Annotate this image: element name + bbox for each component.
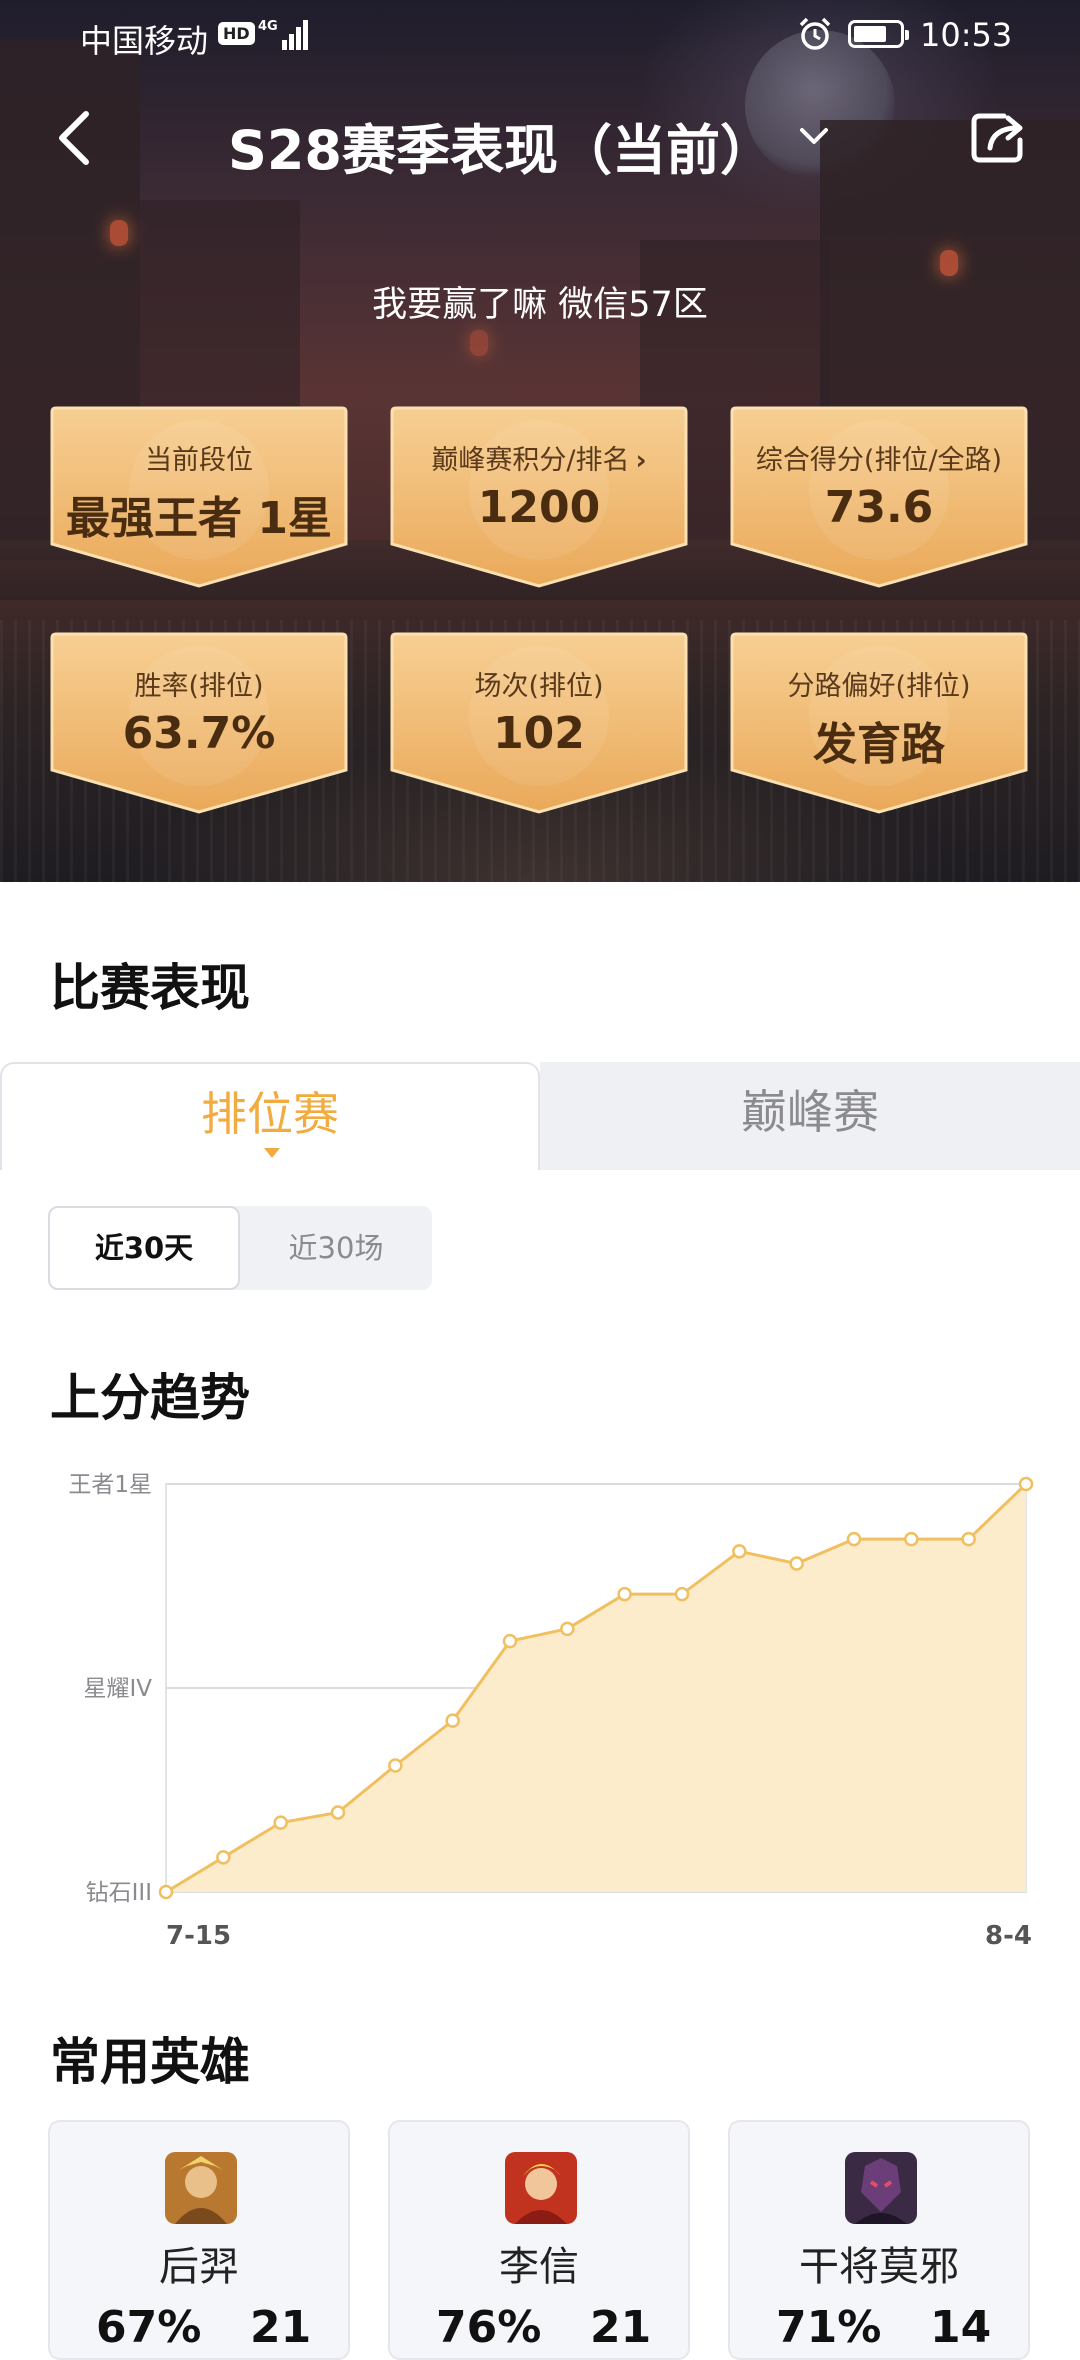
hero-name: 后羿 — [159, 2244, 239, 2290]
hd-badge: HD — [218, 22, 255, 45]
hero-portrait-icon — [165, 2152, 237, 2224]
y-tick-label: 钻石III — [86, 1880, 152, 1906]
hero-card[interactable]: 后羿 67% 21 — [48, 2120, 350, 2360]
hero-winrate: 76% — [436, 2302, 542, 2353]
trend-point — [732, 1544, 747, 1559]
stat-label-text: 胜率(排位) — [134, 671, 264, 702]
hero-winrate: 71% — [776, 2302, 882, 2353]
trend-point — [273, 1815, 288, 1830]
alarm-icon — [799, 17, 831, 50]
hero-avatar — [165, 2152, 237, 2224]
stat-label: 分路偏好(排位) — [728, 664, 1030, 703]
stat-card: 当前段位最强王者 1星 — [48, 404, 350, 588]
chevron-down-icon — [800, 128, 829, 144]
trend-point — [617, 1586, 632, 1602]
stat-card: 综合得分(排位/全路) 73.6 — [728, 404, 1030, 588]
trend-point — [560, 1621, 575, 1637]
trend-point — [388, 1758, 403, 1773]
stat-value: 1200 — [477, 482, 601, 533]
trend-chart-svg: 钻石III 星耀IV 王者1星 7-15 8-4 — [68, 1472, 1034, 1951]
trend-point — [216, 1850, 231, 1865]
chevron-right-icon: › — [635, 445, 647, 476]
trend-point — [961, 1531, 976, 1547]
range-segmented-control: 近30天 近30场 — [48, 1206, 432, 1290]
carrier-name: 中国移动 — [80, 22, 209, 60]
signal-icon: 4G — [258, 19, 308, 50]
mode-tabs: 排位赛 巅峰赛 — [0, 1062, 1080, 1170]
stat-label: 场次(排位) — [388, 664, 690, 703]
stat-label: 当前段位 — [48, 438, 350, 477]
hero-avatar — [505, 2152, 577, 2224]
hero-card[interactable]: 干将莫邪 71% 14 — [728, 2120, 1030, 2360]
hero-games: 14 — [930, 2302, 992, 2353]
stat-label: 巅峰赛积分/排名 › — [388, 438, 690, 477]
clock: 10:53 — [920, 16, 1013, 54]
segment-last-30-days[interactable]: 近30天 — [48, 1206, 240, 1290]
battery-icon — [848, 20, 909, 48]
stat-value: 最强王者 1星 — [66, 493, 332, 544]
x-tick-label: 7-15 — [166, 1921, 231, 1951]
y-tick-label: 星耀IV — [83, 1676, 152, 1702]
stat-label: 综合得分(排位/全路) — [728, 438, 1030, 477]
hero-portrait-icon — [845, 2152, 917, 2224]
section-title-heroes: 常用英雄 — [50, 2033, 250, 2091]
hero-name: 李信 — [499, 2244, 579, 2290]
status-bar: 中国移动 HD 4G 10:53 — [0, 0, 1080, 72]
hero-games: 21 — [250, 2302, 312, 2353]
stat-label: 胜率(排位) — [48, 664, 350, 703]
trend-point — [846, 1531, 862, 1547]
trend-point — [502, 1633, 518, 1649]
stat-label-text: 巅峰赛积分/排名 — [431, 445, 630, 476]
trend-point — [789, 1556, 804, 1571]
trend-point — [330, 1805, 346, 1820]
active-indicator — [264, 1148, 280, 1158]
stat-card[interactable]: 巅峰赛积分/排名 › 1200 — [388, 404, 690, 588]
hero-name: 干将莫邪 — [799, 2244, 959, 2290]
lantern-decoration — [470, 330, 488, 356]
section-title-trend: 上分趋势 — [50, 1369, 250, 1427]
lantern-decoration — [940, 250, 958, 276]
page-title: S28赛季表现（当前） — [227, 119, 775, 182]
y-tick-label: 王者1星 — [68, 1472, 152, 1498]
hero-winrate: 67% — [96, 2302, 202, 2353]
hero-portrait-icon — [505, 2152, 577, 2224]
stat-value: 63.7% — [122, 708, 276, 759]
share-icon[interactable] — [970, 110, 1030, 166]
stat-value: 102 — [493, 708, 585, 759]
stat-card: 胜率(排位) 63.7% — [48, 630, 350, 814]
rank-trend-chart: 钻石III 星耀IV 王者1星 7-15 8-4 — [0, 1460, 1080, 1980]
section-title-match: 比赛表现 — [50, 959, 250, 1017]
player-name-server: 我要赢了嘛 微信57区 — [372, 285, 708, 325]
hero-card[interactable]: 李信 76% 21 — [388, 2120, 690, 2360]
stat-card: 场次(排位) 102 — [388, 630, 690, 814]
x-tick-label: 8-4 — [985, 1921, 1032, 1951]
tab-ranked[interactable]: 排位赛 — [0, 1062, 540, 1170]
lantern-decoration — [110, 220, 128, 246]
hero-games: 21 — [590, 2302, 652, 2353]
svg-text:4G: 4G — [258, 19, 278, 34]
trend-point — [1018, 1476, 1034, 1492]
segment-last-30-games[interactable]: 近30场 — [240, 1206, 432, 1290]
trend-point — [445, 1713, 460, 1728]
trend-point — [674, 1586, 690, 1602]
hero-avatar — [845, 2152, 917, 2224]
stat-label-text: 场次(排位) — [474, 671, 604, 702]
tab-ranked-label: 排位赛 — [201, 1087, 339, 1141]
tab-peak-label: 巅峰赛 — [741, 1085, 879, 1139]
stat-label-text: 分路偏好(排位) — [787, 671, 971, 702]
stat-label-text: 综合得分(排位/全路) — [755, 445, 1003, 476]
stat-value: 73.6 — [824, 482, 934, 533]
stat-label-text: 当前段位 — [145, 445, 253, 476]
season-selector[interactable]: S28赛季表现（当前） — [0, 106, 1080, 185]
stat-value: 发育路 — [813, 719, 945, 770]
tab-peak[interactable]: 巅峰赛 — [540, 1062, 1080, 1170]
trend-point — [158, 1884, 174, 1900]
stat-card: 分路偏好(排位) 发育路 — [728, 630, 1030, 814]
trend-point — [904, 1531, 919, 1547]
